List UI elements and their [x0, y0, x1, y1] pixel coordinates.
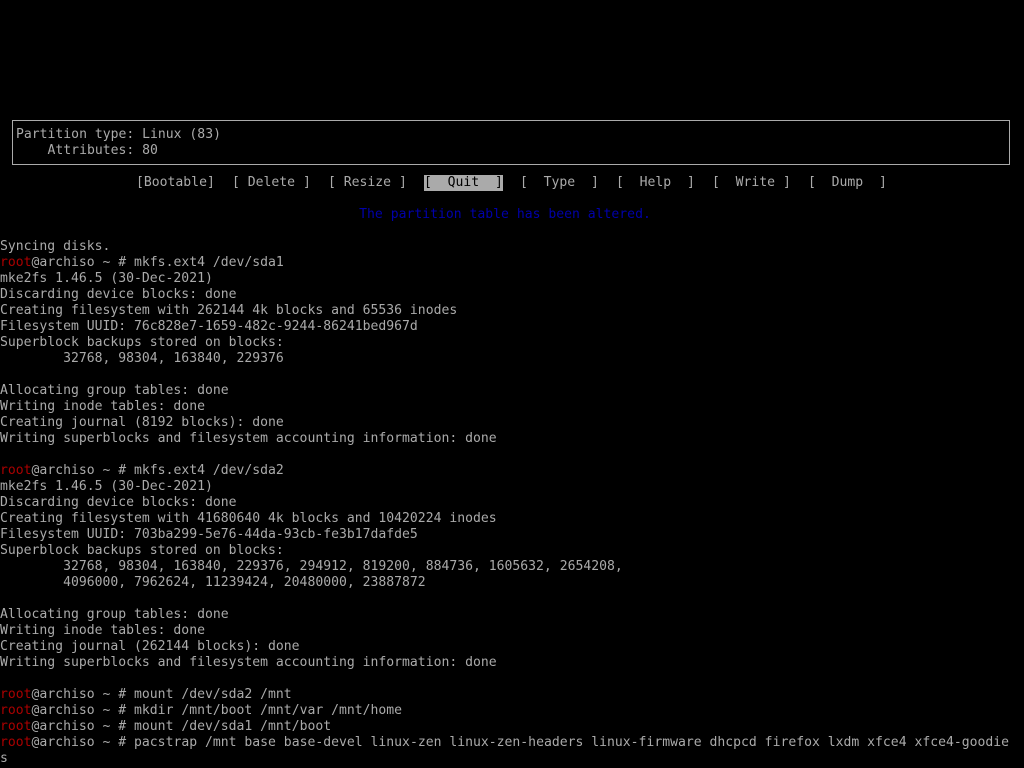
- command-text: mkdir /mnt/boot /mnt/var /mnt/home: [134, 703, 403, 718]
- quit-button[interactable]: [ Quit ]: [424, 175, 503, 191]
- output-line: Filesystem UUID: 76c828e7-1659-482c-9244…: [0, 319, 418, 334]
- dump-button[interactable]: [ Dump ]: [808, 175, 887, 191]
- prompt-user: root: [0, 719, 32, 734]
- output-line: Allocating group tables: done: [0, 607, 229, 622]
- output-line: Creating filesystem with 41680640 4k blo…: [0, 511, 497, 526]
- command-text: pacstrap /mnt base base-devel linux-zen …: [134, 735, 1010, 750]
- output-line: Writing superblocks and filesystem accou…: [0, 431, 497, 446]
- prompt-host: @archiso ~ #: [31, 255, 135, 270]
- command-line: root@archiso ~ # mount /dev/sda1 /mnt/bo…: [0, 719, 331, 735]
- output-line: Discarding device blocks: done: [0, 287, 237, 302]
- partition-attributes-text: Attributes: 80: [16, 143, 158, 158]
- command-line: root@archiso ~ # mkfs.ext4 /dev/sda2: [0, 463, 284, 479]
- cfdisk-menu-bar: [Bootable] [ Delete ] [ Resize ] [ Quit …: [0, 175, 1024, 191]
- prompt-host: @archiso ~ #: [31, 463, 135, 478]
- output-line: Creating journal (8192 blocks): done: [0, 415, 284, 430]
- output-line: Writing inode tables: done: [0, 399, 205, 414]
- command-text: mount /dev/sda2 /mnt: [134, 687, 292, 702]
- prompt-user: root: [0, 735, 32, 750]
- output-line: Writing superblocks and filesystem accou…: [0, 655, 497, 670]
- output-line: Discarding device blocks: done: [0, 495, 237, 510]
- output-line: Superblock backups stored on blocks:: [0, 543, 284, 558]
- prompt-host: @archiso ~ #: [31, 703, 135, 718]
- help-button[interactable]: [ Help ]: [616, 175, 695, 191]
- prompt-user: root: [0, 703, 32, 718]
- command-line: root@archiso ~ # mount /dev/sda2 /mnt: [0, 687, 292, 703]
- type-button[interactable]: [ Type ]: [520, 175, 599, 191]
- output-line: Filesystem UUID: 703ba299-5e76-44da-93cb…: [0, 527, 418, 542]
- output-line: Allocating group tables: done: [0, 383, 229, 398]
- output-line: 32768, 98304, 163840, 229376, 294912, 81…: [0, 559, 623, 574]
- prompt-host: @archiso ~ #: [31, 687, 135, 702]
- delete-button[interactable]: [ Delete ]: [232, 175, 311, 191]
- output-line: 32768, 98304, 163840, 229376: [0, 351, 284, 366]
- command-line: root@archiso ~ # pacstrap /mnt base base…: [0, 735, 1009, 751]
- prompt-user: root: [0, 463, 32, 478]
- output-line: Writing inode tables: done: [0, 623, 205, 638]
- output-line: Creating filesystem with 262144 4k block…: [0, 303, 458, 318]
- bootable-button[interactable]: [Bootable]: [136, 175, 215, 191]
- status-message: The partition table has been altered.: [359, 207, 651, 222]
- resize-button[interactable]: [ Resize ]: [328, 175, 407, 191]
- output-line: mke2fs 1.46.5 (30-Dec-2021): [0, 271, 213, 286]
- partition-info-box: Partition type: Linux (83) Attributes: 8…: [12, 120, 1010, 165]
- command-text: mkfs.ext4 /dev/sda1: [134, 255, 284, 270]
- output-line: s: [0, 751, 8, 766]
- prompt-user: root: [0, 687, 32, 702]
- output-line: 4096000, 7962624, 11239424, 20480000, 23…: [0, 575, 426, 590]
- write-button[interactable]: [ Write ]: [712, 175, 791, 191]
- command-text: mkfs.ext4 /dev/sda2: [134, 463, 284, 478]
- prompt-host: @archiso ~ #: [31, 719, 135, 734]
- prompt-user: root: [0, 255, 32, 270]
- partition-type-text: Partition type: Linux (83): [16, 127, 221, 142]
- prompt-host: @archiso ~ #: [31, 735, 135, 750]
- output-line: Creating journal (262144 blocks): done: [0, 639, 300, 654]
- output-line: Superblock backups stored on blocks:: [0, 335, 284, 350]
- command-line: root@archiso ~ # mkfs.ext4 /dev/sda1: [0, 255, 284, 271]
- command-text: mount /dev/sda1 /mnt/boot: [134, 719, 332, 734]
- output-line: Syncing disks.: [0, 239, 111, 254]
- output-line: mke2fs 1.46.5 (30-Dec-2021): [0, 479, 213, 494]
- command-line: root@archiso ~ # mkdir /mnt/boot /mnt/va…: [0, 703, 402, 719]
